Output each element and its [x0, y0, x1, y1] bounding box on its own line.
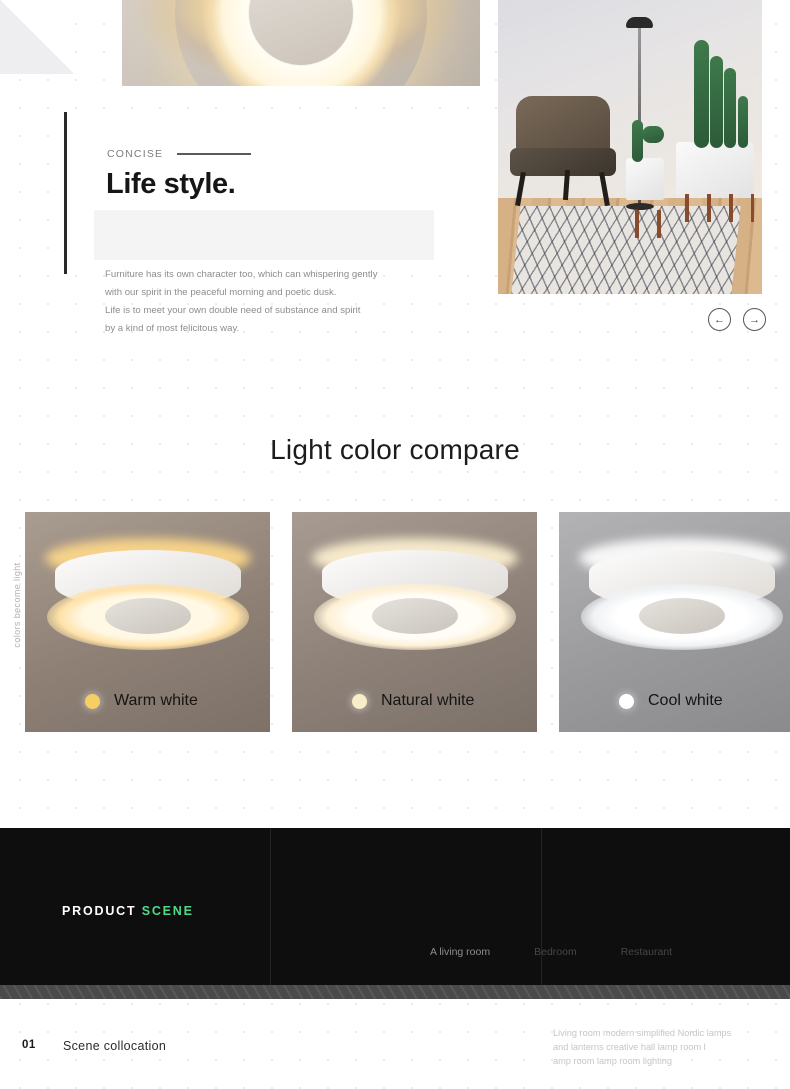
- color-indicator-dot: [352, 693, 367, 709]
- cactus-plant: [642, 126, 664, 143]
- diagonal-stripe-strip: [0, 985, 790, 999]
- color-label: Warm white: [114, 692, 198, 709]
- armchair: [510, 96, 616, 207]
- lamp-center-hub: [104, 598, 191, 634]
- cactus-plant: [694, 40, 709, 148]
- footer-title: Scene collocation: [63, 1039, 167, 1053]
- footer-description-line: amp room lamp room lighting: [553, 1056, 672, 1066]
- lamp-center-hub: [371, 598, 458, 634]
- hero-living-room-image: [498, 0, 762, 294]
- product-scene-section: PRODUCT SCENE A living room Bedroom Rest…: [0, 828, 790, 985]
- color-indicator-dot: [85, 693, 100, 709]
- color-label: Natural white: [381, 692, 475, 709]
- scene-nav-item-living-room[interactable]: A living room: [430, 946, 490, 958]
- hero-kicker-row: CONCISE: [107, 148, 252, 160]
- carousel-prev-button[interactable]: ←: [708, 308, 731, 331]
- vertical-side-label: colors become light: [12, 562, 22, 648]
- footer-number: 01: [22, 1039, 36, 1051]
- scene-nav-item-restaurant[interactable]: Restaurant: [621, 946, 672, 958]
- planter-legs: [676, 194, 754, 222]
- lamp-center-hub: [638, 598, 725, 634]
- hero-title: Life style.: [106, 168, 236, 200]
- card-label-row: Warm white: [85, 692, 198, 710]
- product-scene-brand: PRODUCT SCENE: [62, 904, 194, 918]
- planter-legs: [626, 210, 664, 238]
- cactus-plant: [724, 68, 736, 148]
- scene-nav-item-bedroom[interactable]: Bedroom: [534, 946, 577, 958]
- hero-lamp-image: [122, 0, 480, 86]
- armchair-leg: [562, 169, 571, 201]
- card-label-row: Natural white: [352, 692, 474, 710]
- color-label: Cool white: [648, 692, 723, 709]
- card-label-row: Cool white: [619, 692, 723, 710]
- small-planter: [626, 158, 664, 238]
- color-indicator-dot: [619, 693, 634, 709]
- floor-lamp-base: [626, 203, 654, 210]
- panel-divider: [541, 828, 542, 985]
- color-card-natural-white[interactable]: Natural white: [292, 512, 537, 732]
- color-card-warm-white[interactable]: Warm white: [25, 512, 270, 732]
- hero-body-line: by a kind of most felicitous way.: [105, 323, 240, 334]
- compare-section-title: Light color compare: [270, 434, 520, 465]
- brand-accent-text: SCENE: [141, 904, 194, 918]
- cactus-plant: [738, 96, 748, 148]
- hero-body-line: Life is to meet your own double need of …: [105, 305, 361, 316]
- color-card-cool-white[interactable]: Cool white: [559, 512, 790, 732]
- hero-kicker: CONCISE: [107, 148, 164, 160]
- hero-gray-block: [94, 210, 434, 260]
- footer-description-line: and lanterns creative hall lamp room l: [553, 1042, 706, 1052]
- floor-lamp-head: [626, 17, 653, 28]
- carousel-controls: ← →: [708, 308, 766, 331]
- cactus-plant: [632, 120, 643, 162]
- footer-description: Living room modern simplified Nordic lam…: [553, 1026, 783, 1068]
- hero-section: CONCISE Life style. Furniture has its ow…: [0, 0, 790, 360]
- large-planter: [676, 142, 754, 222]
- panel-divider: [270, 828, 271, 985]
- color-compare-cards: Warm white Natural white Cool white: [25, 512, 790, 732]
- hero-body-line: Furniture has its own character too, whi…: [105, 269, 378, 280]
- hero-kicker-rule: [177, 153, 252, 155]
- carousel-next-button[interactable]: →: [743, 308, 766, 331]
- card-lamp-graphic: [308, 538, 522, 660]
- footer-description-line: Living room modern simplified Nordic lam…: [553, 1028, 732, 1038]
- card-lamp-graphic: [575, 538, 789, 660]
- brand-primary-text: PRODUCT: [62, 904, 137, 918]
- hero-body-text: Furniture has its own character too, whi…: [105, 266, 505, 338]
- hero-body-line: with our spirit in the peaceful morning …: [105, 287, 337, 298]
- scene-nav: A living room Bedroom Restaurant: [430, 946, 770, 958]
- cactus-plant: [710, 56, 723, 148]
- card-lamp-graphic: [41, 538, 255, 660]
